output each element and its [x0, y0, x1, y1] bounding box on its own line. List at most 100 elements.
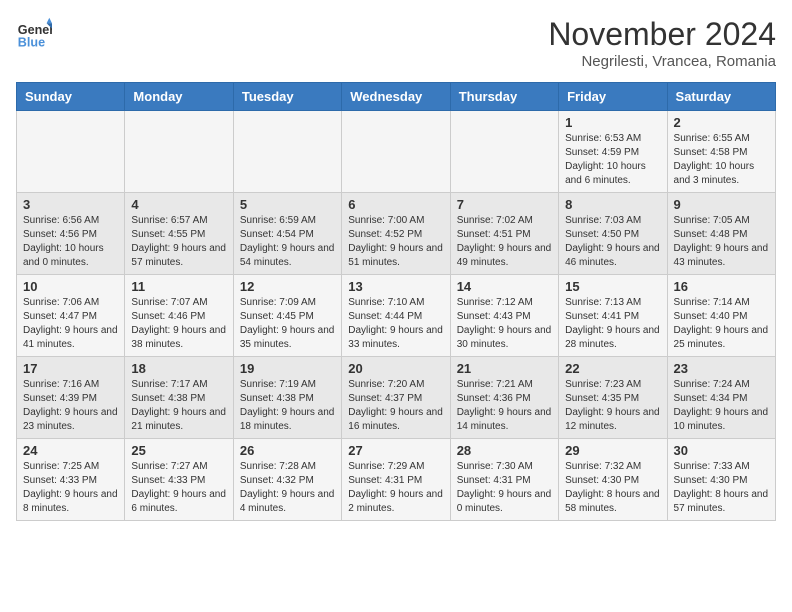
day-number: 7	[457, 197, 552, 212]
day-info: Sunrise: 7:00 AM Sunset: 4:52 PM Dayligh…	[348, 214, 443, 270]
week-row-5: 24Sunrise: 7:25 AM Sunset: 4:33 PM Dayli…	[17, 439, 776, 521]
day-number: 17	[23, 361, 118, 376]
calendar-cell: 6 Sunrise: 7:00 AM Sunset: 4:52 PM Daylig…	[342, 193, 450, 275]
day-info: Sunrise: 7:24 AM Sunset: 4:34 PM Dayligh…	[674, 378, 769, 434]
location: Negrilesti, Vrancea, Romania	[548, 53, 776, 70]
day-info: Sunrise: 7:27 AM Sunset: 4:33 PM Dayligh…	[131, 460, 226, 516]
week-row-4: 17 Sunrise: 7:16 AM Sunset: 4:39 PM Dayli…	[17, 357, 776, 439]
day-info: Sunrise: 6:53 AM Sunset: 4:59 PM Dayligh…	[565, 132, 660, 188]
calendar-cell: 22Sunrise: 7:23 AM Sunset: 4:35 PM Dayli…	[559, 357, 667, 439]
day-number: 27	[348, 443, 443, 458]
day-info: Sunrise: 7:14 AM Sunset: 4:40 PM Dayligh…	[674, 296, 769, 352]
calendar-cell	[342, 111, 450, 193]
day-info: Sunrise: 7:13 AM Sunset: 4:41 PM Dayligh…	[565, 296, 660, 352]
calendar-cell: 19 Sunrise: 7:19 AM Sunset: 4:38 PM Dayli…	[233, 357, 341, 439]
day-info: Sunrise: 7:07 AM Sunset: 4:46 PM Dayligh…	[131, 296, 226, 352]
calendar-cell: 29Sunrise: 7:32 AM Sunset: 4:30 PM Dayli…	[559, 439, 667, 521]
day-number: 14	[457, 279, 552, 294]
day-number: 11	[131, 279, 226, 294]
day-info: Sunrise: 7:20 AM Sunset: 4:37 PM Dayligh…	[348, 378, 443, 434]
week-row-1: 1Sunrise: 6:53 AM Sunset: 4:59 PM Daylig…	[17, 111, 776, 193]
day-number: 26	[240, 443, 335, 458]
day-info: Sunrise: 7:12 AM Sunset: 4:43 PM Dayligh…	[457, 296, 552, 352]
calendar-cell: 4 Sunrise: 6:57 AM Sunset: 4:55 PM Daylig…	[125, 193, 233, 275]
calendar-cell: 23 Sunrise: 7:24 AM Sunset: 4:34 PM Dayli…	[667, 357, 775, 439]
calendar-cell: 13 Sunrise: 7:10 AM Sunset: 4:44 PM Dayli…	[342, 275, 450, 357]
day-number: 6	[348, 197, 443, 212]
header-tuesday: Tuesday	[233, 83, 341, 111]
day-number: 21	[457, 361, 552, 376]
day-number: 10	[23, 279, 118, 294]
day-info: Sunrise: 7:19 AM Sunset: 4:38 PM Dayligh…	[240, 378, 335, 434]
calendar-cell: 20 Sunrise: 7:20 AM Sunset: 4:37 PM Dayli…	[342, 357, 450, 439]
day-number: 19	[240, 361, 335, 376]
calendar-cell: 14 Sunrise: 7:12 AM Sunset: 4:43 PM Dayli…	[450, 275, 558, 357]
calendar-cell: 12 Sunrise: 7:09 AM Sunset: 4:45 PM Dayli…	[233, 275, 341, 357]
calendar-cell	[450, 111, 558, 193]
day-info: Sunrise: 7:03 AM Sunset: 4:50 PM Dayligh…	[565, 214, 660, 270]
calendar-cell: 5 Sunrise: 6:59 AM Sunset: 4:54 PM Daylig…	[233, 193, 341, 275]
day-number: 3	[23, 197, 118, 212]
calendar-cell: 26 Sunrise: 7:28 AM Sunset: 4:32 PM Dayli…	[233, 439, 341, 521]
svg-text:Blue: Blue	[18, 36, 45, 50]
day-info: Sunrise: 7:02 AM Sunset: 4:51 PM Dayligh…	[457, 214, 552, 270]
calendar-cell: 18Sunrise: 7:17 AM Sunset: 4:38 PM Dayli…	[125, 357, 233, 439]
day-number: 9	[674, 197, 769, 212]
calendar-cell: 2 Sunrise: 6:55 AM Sunset: 4:58 PM Daylig…	[667, 111, 775, 193]
header-saturday: Saturday	[667, 83, 775, 111]
calendar-cell: 8 Sunrise: 7:03 AM Sunset: 4:50 PM Daylig…	[559, 193, 667, 275]
day-info: Sunrise: 7:28 AM Sunset: 4:32 PM Dayligh…	[240, 460, 335, 516]
calendar-cell: 7 Sunrise: 7:02 AM Sunset: 4:51 PM Daylig…	[450, 193, 558, 275]
logo: General Blue	[16, 16, 52, 52]
header-wednesday: Wednesday	[342, 83, 450, 111]
calendar-cell: 17 Sunrise: 7:16 AM Sunset: 4:39 PM Dayli…	[17, 357, 125, 439]
calendar-cell: 1Sunrise: 6:53 AM Sunset: 4:59 PM Daylig…	[559, 111, 667, 193]
header-monday: Monday	[125, 83, 233, 111]
day-info: Sunrise: 7:05 AM Sunset: 4:48 PM Dayligh…	[674, 214, 769, 270]
day-number: 16	[674, 279, 769, 294]
day-info: Sunrise: 7:06 AM Sunset: 4:47 PM Dayligh…	[23, 296, 118, 352]
day-info: Sunrise: 7:10 AM Sunset: 4:44 PM Dayligh…	[348, 296, 443, 352]
calendar-cell: 21 Sunrise: 7:21 AM Sunset: 4:36 PM Dayli…	[450, 357, 558, 439]
title-block: November 2024 Negrilesti, Vrancea, Roman…	[548, 16, 776, 70]
day-number: 4	[131, 197, 226, 212]
calendar-cell: 24Sunrise: 7:25 AM Sunset: 4:33 PM Dayli…	[17, 439, 125, 521]
day-number: 5	[240, 197, 335, 212]
day-number: 25	[131, 443, 226, 458]
day-number: 13	[348, 279, 443, 294]
day-info: Sunrise: 6:59 AM Sunset: 4:54 PM Dayligh…	[240, 214, 335, 270]
day-number: 18	[131, 361, 226, 376]
calendar-table: SundayMondayTuesdayWednesdayThursdayFrid…	[16, 82, 776, 521]
day-info: Sunrise: 7:29 AM Sunset: 4:31 PM Dayligh…	[348, 460, 443, 516]
calendar-cell	[17, 111, 125, 193]
day-info: Sunrise: 6:55 AM Sunset: 4:58 PM Dayligh…	[674, 132, 769, 188]
day-number: 28	[457, 443, 552, 458]
week-row-3: 10 Sunrise: 7:06 AM Sunset: 4:47 PM Dayli…	[17, 275, 776, 357]
calendar-cell: 27 Sunrise: 7:29 AM Sunset: 4:31 PM Dayli…	[342, 439, 450, 521]
calendar-cell: 28 Sunrise: 7:30 AM Sunset: 4:31 PM Dayli…	[450, 439, 558, 521]
logo-icon: General Blue	[16, 16, 52, 52]
week-row-2: 3 Sunrise: 6:56 AM Sunset: 4:56 PM Daylig…	[17, 193, 776, 275]
day-number: 15	[565, 279, 660, 294]
header-friday: Friday	[559, 83, 667, 111]
day-number: 30	[674, 443, 769, 458]
calendar-cell: 16 Sunrise: 7:14 AM Sunset: 4:40 PM Dayli…	[667, 275, 775, 357]
day-number: 12	[240, 279, 335, 294]
day-number: 8	[565, 197, 660, 212]
day-info: Sunrise: 7:21 AM Sunset: 4:36 PM Dayligh…	[457, 378, 552, 434]
day-number: 20	[348, 361, 443, 376]
calendar-cell	[125, 111, 233, 193]
day-info: Sunrise: 7:16 AM Sunset: 4:39 PM Dayligh…	[23, 378, 118, 434]
day-number: 22	[565, 361, 660, 376]
day-info: Sunrise: 6:56 AM Sunset: 4:56 PM Dayligh…	[23, 214, 118, 270]
calendar-cell: 30Sunrise: 7:33 AM Sunset: 4:30 PM Dayli…	[667, 439, 775, 521]
day-info: Sunrise: 7:09 AM Sunset: 4:45 PM Dayligh…	[240, 296, 335, 352]
calendar-cell	[233, 111, 341, 193]
calendar-cell: 3 Sunrise: 6:56 AM Sunset: 4:56 PM Daylig…	[17, 193, 125, 275]
day-info: Sunrise: 6:57 AM Sunset: 4:55 PM Dayligh…	[131, 214, 226, 270]
calendar-cell: 15 Sunrise: 7:13 AM Sunset: 4:41 PM Dayli…	[559, 275, 667, 357]
day-number: 23	[674, 361, 769, 376]
day-info: Sunrise: 7:30 AM Sunset: 4:31 PM Dayligh…	[457, 460, 552, 516]
day-number: 2	[674, 115, 769, 130]
calendar-cell: 11 Sunrise: 7:07 AM Sunset: 4:46 PM Dayli…	[125, 275, 233, 357]
